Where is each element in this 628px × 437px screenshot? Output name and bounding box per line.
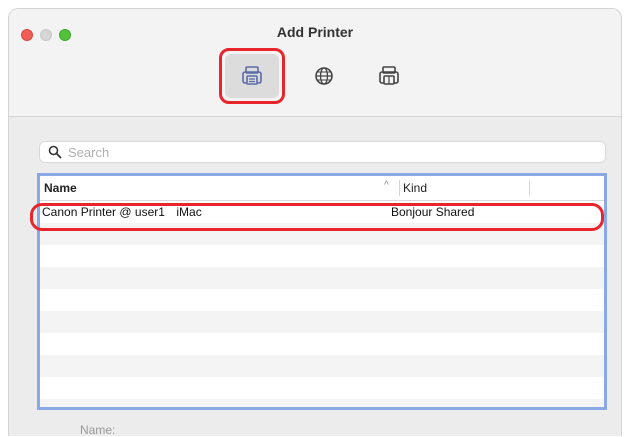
search-icon: [48, 145, 62, 159]
printer-icon: [241, 65, 263, 87]
empty-row: [40, 311, 604, 333]
search-input[interactable]: [68, 144, 588, 160]
column-header-kind[interactable]: Kind: [403, 181, 427, 195]
empty-row: [40, 289, 604, 311]
search-field[interactable]: [39, 141, 606, 163]
empty-row: [40, 333, 604, 355]
empty-row: [40, 245, 604, 267]
empty-row: [40, 377, 604, 399]
add-printer-window: Add Printer Search Name ^ Kind Canon Pri…: [8, 8, 622, 436]
globe-icon: [313, 65, 335, 87]
empty-row: [40, 399, 604, 407]
title-bar: Add Printer: [9, 9, 621, 117]
list-rows: Canon Printer @ user1 iMac Bonjour Share…: [40, 201, 604, 407]
sort-ascending-icon: ^: [384, 180, 389, 191]
printer-row[interactable]: Canon Printer @ user1 iMac Bonjour Share…: [40, 201, 604, 223]
toolbar-windows-button[interactable]: [356, 48, 422, 104]
empty-row: [40, 355, 604, 377]
empty-row: [40, 223, 604, 245]
list-header: Name ^ Kind: [40, 176, 604, 201]
windows-printer-icon: [378, 65, 400, 87]
toolbar-default-button[interactable]: [219, 48, 285, 104]
toolbar-ip-button[interactable]: [291, 48, 357, 104]
printer-name: Canon Printer @ user1 iMac: [42, 205, 202, 219]
toolbar-default-button-bg: [225, 54, 279, 98]
column-divider[interactable]: [399, 180, 400, 196]
window-title: Add Printer: [276, 24, 354, 40]
printer-list[interactable]: Name ^ Kind Canon Printer @ user1 iMac B…: [37, 173, 607, 410]
column-header-name[interactable]: Name: [44, 181, 77, 195]
column-divider[interactable]: [529, 180, 530, 196]
content-area: Name ^ Kind Canon Printer @ user1 iMac B…: [9, 117, 621, 436]
printer-kind: Bonjour Shared: [391, 205, 475, 219]
empty-row: [40, 267, 604, 289]
